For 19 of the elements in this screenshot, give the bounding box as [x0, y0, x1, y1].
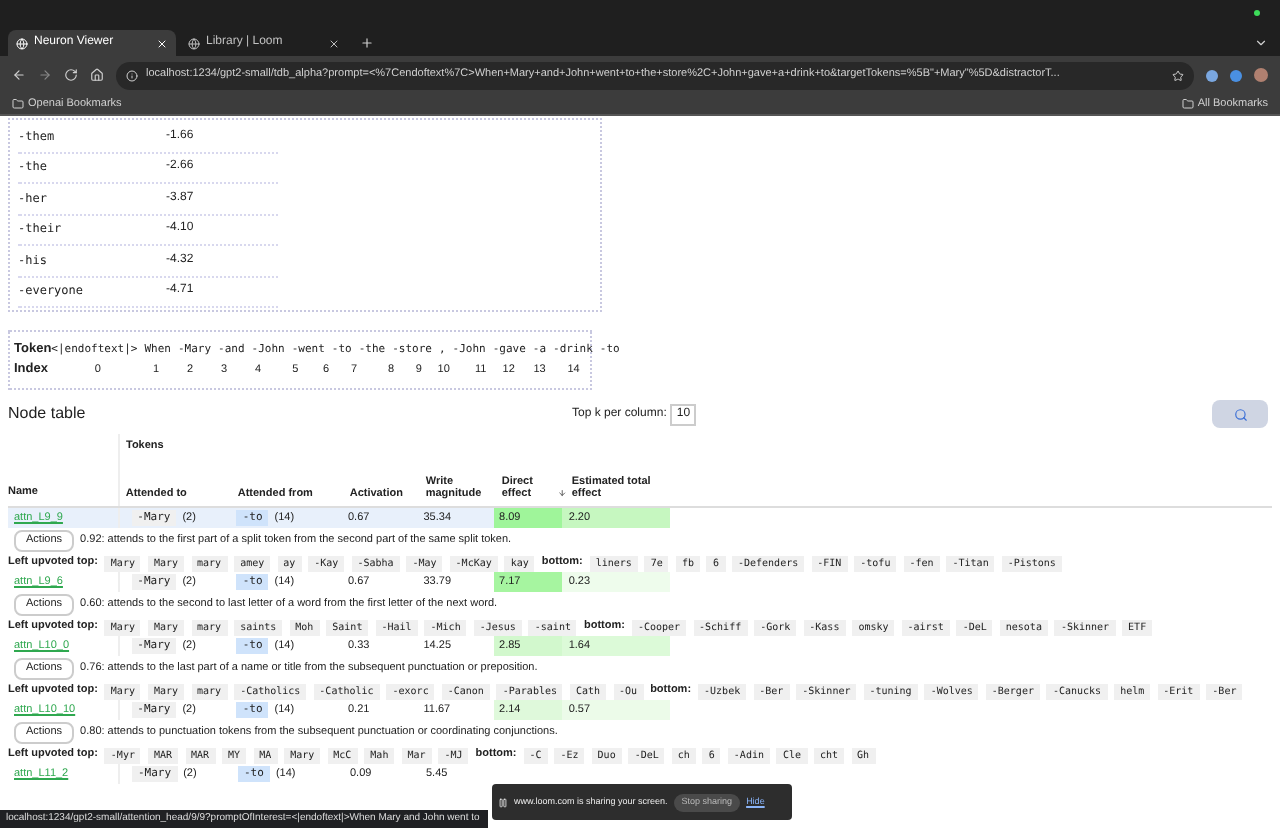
pause-icon	[498, 797, 508, 807]
folder-icon	[12, 98, 24, 110]
search-button[interactable]	[1212, 400, 1268, 428]
close-icon[interactable]	[328, 37, 340, 49]
bookmark-star-icon[interactable]	[1172, 69, 1184, 81]
sort-arrow-icon	[557, 488, 566, 498]
search-icon	[1233, 407, 1247, 421]
forward-icon[interactable]	[38, 68, 52, 82]
reload-icon[interactable]	[64, 68, 78, 82]
globe-icon	[188, 37, 200, 49]
section-title: Node table	[8, 402, 88, 426]
globe-icon	[16, 37, 28, 49]
home-icon[interactable]	[90, 68, 104, 82]
tab-search-icon[interactable]	[1254, 36, 1268, 50]
new-tab-icon[interactable]	[360, 36, 374, 50]
back-icon[interactable]	[12, 68, 26, 82]
site-info-icon	[126, 69, 138, 81]
folder-icon	[1181, 98, 1194, 110]
profile-avatar[interactable]	[1254, 68, 1268, 82]
